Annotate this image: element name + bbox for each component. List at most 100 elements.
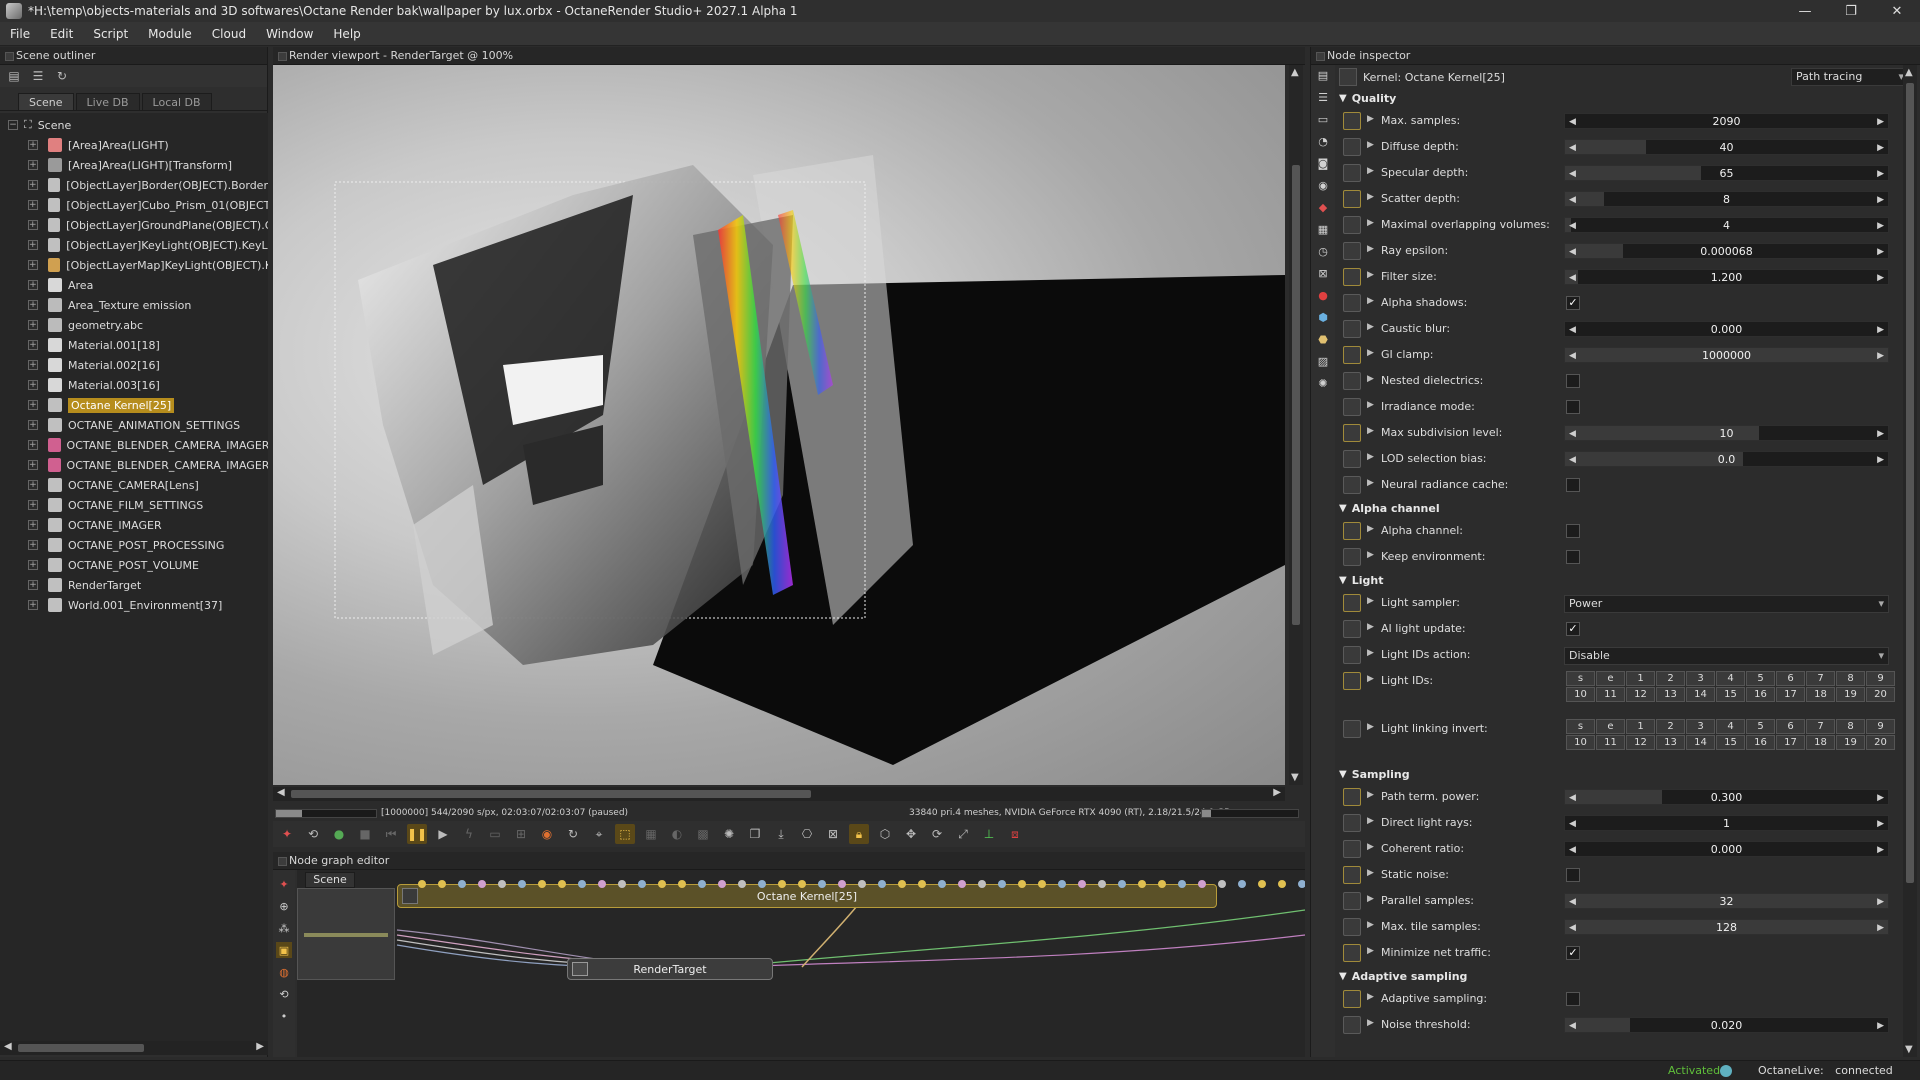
- node-pin[interactable]: [998, 880, 1006, 888]
- node-pin[interactable]: [438, 880, 446, 888]
- node-pin[interactable]: [558, 880, 566, 888]
- expand-arrow-icon[interactable]: ▶: [1367, 166, 1374, 176]
- viewport-hscroll-thumb[interactable]: [291, 790, 811, 798]
- node-grid-icon[interactable]: ⁂: [276, 920, 292, 936]
- camera-icon[interactable]: ◙: [1315, 155, 1331, 171]
- expand-icon[interactable]: +: [28, 320, 38, 330]
- param-link-icon[interactable]: [1343, 814, 1361, 832]
- node-pin[interactable]: [1038, 880, 1046, 888]
- expand-arrow-icon[interactable]: ▶: [1367, 270, 1374, 280]
- decrement-icon[interactable]: ◀: [1569, 322, 1576, 338]
- light-icon[interactable]: ◆: [1315, 199, 1331, 215]
- subsample-icon[interactable]: ▩: [693, 824, 713, 844]
- param-link-icon[interactable]: [1343, 866, 1361, 884]
- param-checkbox[interactable]: [1566, 478, 1580, 492]
- node-pin[interactable]: [958, 880, 966, 888]
- viewport-vscroll[interactable]: ▲ ▼: [1289, 65, 1303, 785]
- light-id-toggle[interactable]: s: [1566, 671, 1595, 686]
- node-pin[interactable]: [1218, 880, 1226, 888]
- dot-icon[interactable]: •: [276, 1008, 292, 1024]
- tree-row[interactable]: + [Area]Area(LIGHT)[Transform]: [28, 155, 268, 175]
- node-pin[interactable]: [938, 880, 946, 888]
- tree-row[interactable]: + World.001_Environment[37]: [28, 595, 268, 615]
- light-id-toggle[interactable]: 8: [1836, 671, 1865, 686]
- decrement-icon[interactable]: ◀: [1569, 894, 1576, 910]
- node-pin[interactable]: [1278, 880, 1286, 888]
- expand-arrow-icon[interactable]: ▶: [1367, 920, 1374, 930]
- clock-icon[interactable]: ◔: [1315, 133, 1331, 149]
- param-link-icon[interactable]: [1343, 268, 1361, 286]
- param-checkbox[interactable]: [1566, 868, 1580, 882]
- expand-icon[interactable]: +: [28, 220, 38, 230]
- light-id-toggle[interactable]: 13: [1656, 735, 1685, 750]
- increment-icon[interactable]: ▶: [1877, 426, 1884, 442]
- expand-arrow-icon[interactable]: ▶: [1367, 1018, 1374, 1028]
- image-icon[interactable]: ▨: [1315, 353, 1331, 369]
- light-id-toggle[interactable]: 9: [1866, 719, 1895, 734]
- node-pin[interactable]: [778, 880, 786, 888]
- expand-arrow-icon[interactable]: ▶: [1367, 218, 1374, 228]
- section-adaptive[interactable]: ▼ Adaptive sampling: [1339, 967, 1467, 985]
- param-slider[interactable]: 0.000 ◀ ▶: [1564, 841, 1889, 857]
- tree-row[interactable]: + OCTANE_POST_PROCESSING: [28, 535, 268, 555]
- tree-row[interactable]: + OCTANE_BLENDER_CAMERA_IMAGER_O: [28, 455, 268, 475]
- light-id-toggle[interactable]: 16: [1746, 687, 1775, 702]
- expand-icon[interactable]: +: [28, 340, 38, 350]
- expand-icon[interactable]: +: [28, 240, 38, 250]
- scroll-up-icon[interactable]: ▲: [1905, 67, 1913, 78]
- increment-icon[interactable]: ▶: [1877, 816, 1884, 832]
- param-slider[interactable]: 8 ◀ ▶: [1564, 191, 1889, 207]
- node-pin[interactable]: [1078, 880, 1086, 888]
- increment-icon[interactable]: ▶: [1877, 842, 1884, 858]
- decrement-icon[interactable]: ◀: [1569, 348, 1576, 364]
- param-slider[interactable]: 2090 ◀ ▶: [1564, 113, 1889, 129]
- light-id-toggle[interactable]: 18: [1806, 735, 1835, 750]
- inspector-vscroll[interactable]: ▲ ▼: [1903, 65, 1917, 1057]
- node-pin[interactable]: [518, 880, 526, 888]
- param-link-icon[interactable]: [1343, 294, 1361, 312]
- tree-row[interactable]: + OCTANE_FILM_SETTINGS: [28, 495, 268, 515]
- region-render-icon[interactable]: ⬚: [615, 824, 635, 844]
- expand-arrow-icon[interactable]: ▶: [1367, 648, 1374, 658]
- expand-arrow-icon[interactable]: ▶: [1367, 374, 1374, 384]
- expand-arrow-icon[interactable]: ▶: [1367, 842, 1374, 852]
- param-slider[interactable]: 0.000068 ◀ ▶: [1564, 243, 1889, 259]
- expand-arrow-icon[interactable]: ▶: [1367, 140, 1374, 150]
- param-dropdown[interactable]: Disable: [1564, 647, 1889, 665]
- flash-icon[interactable]: ϟ: [459, 824, 479, 844]
- param-slider[interactable]: 0.300 ◀ ▶: [1564, 789, 1889, 805]
- expand-arrow-icon[interactable]: ▶: [1367, 790, 1374, 800]
- play-icon[interactable]: ▶: [433, 824, 453, 844]
- light-id-toggle[interactable]: 1: [1626, 719, 1655, 734]
- light-id-toggle[interactable]: 3: [1686, 671, 1715, 686]
- section-quality[interactable]: ▼ Quality: [1339, 89, 1396, 107]
- param-link-icon[interactable]: [1343, 1016, 1361, 1034]
- graph-icon[interactable]: ▣: [276, 942, 292, 958]
- film-region-icon[interactable]: ⊞: [511, 824, 531, 844]
- light-id-toggle[interactable]: 7: [1806, 719, 1835, 734]
- param-link-icon[interactable]: [1343, 548, 1361, 566]
- light-id-toggle[interactable]: 7: [1806, 671, 1835, 686]
- tree-row[interactable]: + OCTANE_BLENDER_CAMERA_IMAGER_O: [28, 435, 268, 455]
- decrement-icon[interactable]: ◀: [1569, 1018, 1576, 1034]
- node-pin[interactable]: [638, 880, 646, 888]
- lock-icon[interactable]: 🔒︎: [849, 824, 869, 844]
- expand-arrow-icon[interactable]: ▶: [1367, 478, 1374, 488]
- decrement-icon[interactable]: ◀: [1569, 426, 1576, 442]
- reset-icon[interactable]: ⟲: [303, 824, 323, 844]
- param-link-icon[interactable]: [1343, 164, 1361, 182]
- param-dropdown[interactable]: Power: [1564, 595, 1889, 613]
- tree-row[interactable]: + Material.003[16]: [28, 375, 268, 395]
- expand-arrow-icon[interactable]: ▶: [1367, 192, 1374, 202]
- tree-row[interactable]: + Material.001[18]: [28, 335, 268, 355]
- orbit-icon[interactable]: ⟳: [927, 824, 947, 844]
- expand-icon[interactable]: +: [28, 160, 38, 170]
- collapse-icon[interactable]: ▼: [1339, 93, 1347, 104]
- increment-icon[interactable]: ▶: [1877, 218, 1884, 234]
- node-pin[interactable]: [718, 880, 726, 888]
- geometry-icon[interactable]: ⬢: [1315, 309, 1331, 325]
- render-target-node[interactable]: RenderTarget: [567, 958, 773, 980]
- light-id-toggle[interactable]: 6: [1776, 671, 1805, 686]
- node-pin[interactable]: [798, 880, 806, 888]
- menu-file[interactable]: File: [0, 22, 40, 46]
